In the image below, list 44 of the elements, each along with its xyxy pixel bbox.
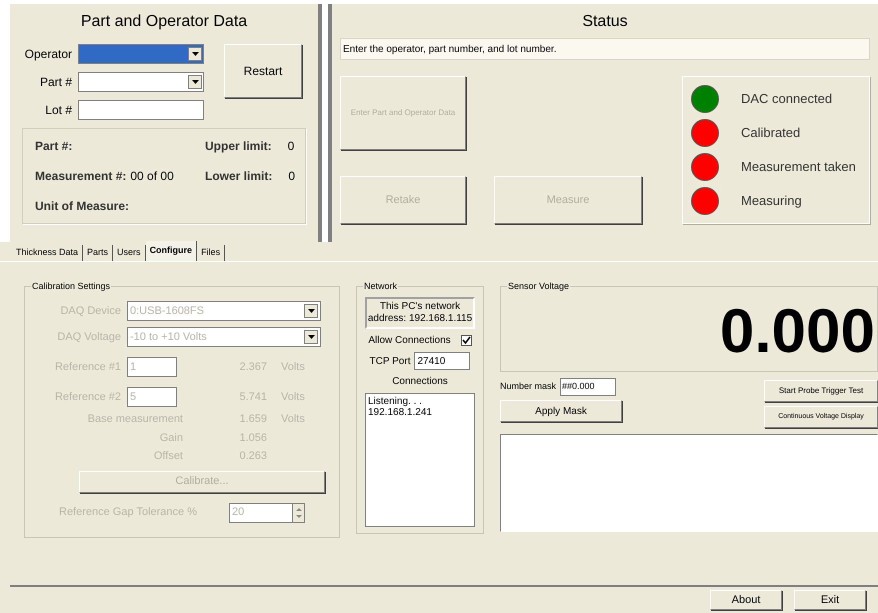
restart-button[interactable]: Restart [224, 44, 302, 98]
indicator-label: Measurement taken [741, 158, 856, 176]
tab[interactable]: Configure [146, 241, 198, 261]
group-title: Sensor Voltage [507, 280, 570, 294]
input-field[interactable] [78, 100, 204, 120]
indicator-label: DAC connected [741, 90, 832, 108]
footer-button[interactable]: Exit [794, 590, 866, 610]
footer-button[interactable]: About [710, 590, 782, 610]
dropdown-field[interactable] [78, 44, 204, 64]
info-label: Unit of Measure: [35, 198, 130, 215]
info-label: Lower limit: [205, 168, 272, 185]
input-field[interactable]: ##0.000 [560, 378, 616, 396]
field-label: Part # [38, 74, 72, 91]
apply-mask-button[interactable]: Apply Mask [500, 400, 622, 422]
allow-checkbox[interactable] [460, 335, 472, 346]
info-value: 0 [288, 168, 296, 185]
status-message: Enter the operator, part number, and lot number. [340, 38, 870, 60]
indicator-label: Calibrated [741, 124, 800, 142]
dropdown-field[interactable] [78, 72, 204, 92]
voltage-reading: 0.000 [720, 301, 875, 363]
info-label: Upper limit: [205, 138, 272, 155]
info-label: Measurement #: [35, 168, 126, 185]
info-label: Part #: [35, 138, 72, 155]
info-value: 0 [288, 138, 294, 155]
panel-title: Part and Operator Data [80, 12, 248, 32]
network-address: This PC's network address: 192.168.1.115 [365, 297, 475, 329]
tab[interactable]: Files [197, 245, 226, 261]
info-value: 00 of 00 [130, 168, 174, 185]
probe-test-button[interactable]: Start Probe Trigger Test [764, 380, 878, 402]
list-item[interactable]: Listening. . . [368, 396, 422, 407]
list-heading: Connections [392, 375, 448, 389]
tab[interactable]: Parts [83, 245, 114, 261]
tab[interactable]: Thickness Data [12, 245, 84, 261]
field-label: Lot # [44, 102, 72, 119]
input-field[interactable]: 27410 [414, 352, 470, 370]
list-item[interactable]: 192.168.1.241 [368, 407, 432, 418]
field-label: TCP Port [370, 354, 410, 368]
field-label: Number mask [500, 380, 556, 394]
group-title: Calibration Settings [31, 280, 112, 294]
checkbox-label: Allow Connections [368, 334, 451, 348]
field-label: Operator [24, 46, 72, 63]
indicator-label: Measuring [741, 192, 802, 210]
panel-title: Status [581, 12, 629, 32]
spin-arrows-icon [292, 504, 304, 522]
